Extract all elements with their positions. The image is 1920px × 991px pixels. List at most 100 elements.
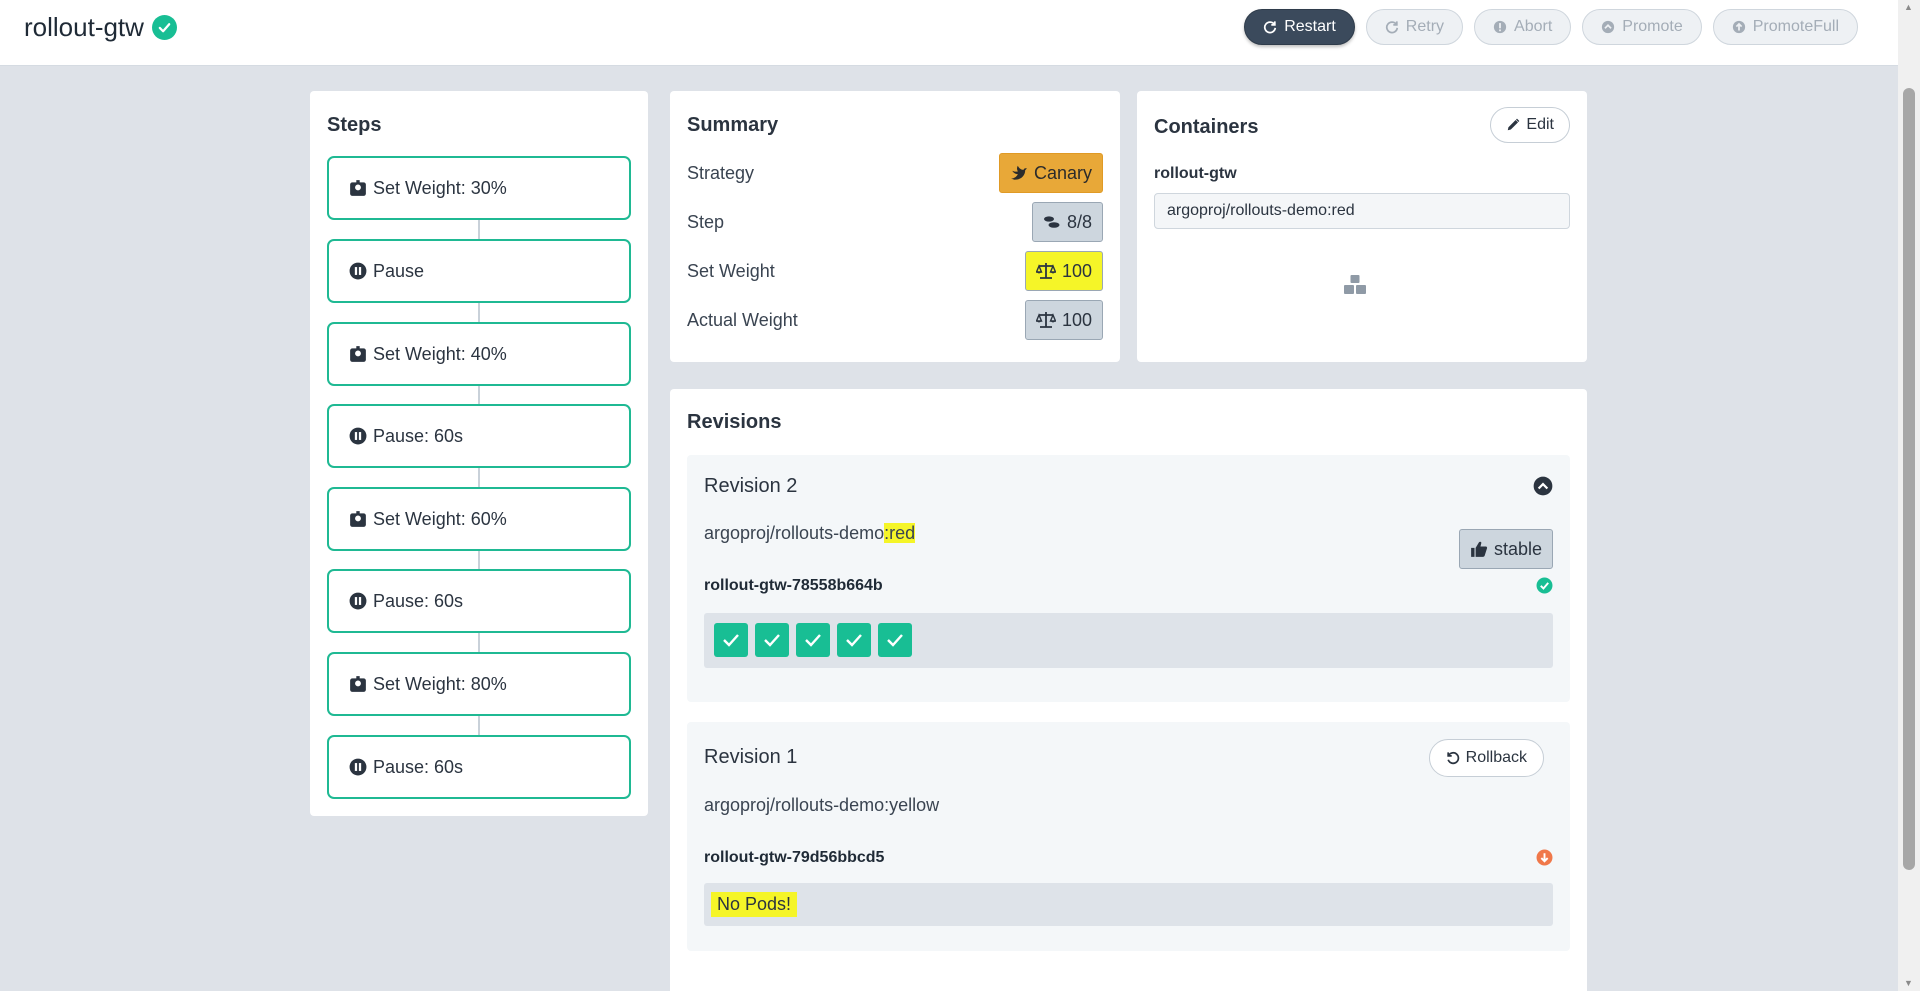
promote-full-label: PromoteFull — [1752, 18, 1839, 35]
scrollbar-thumb[interactable] — [1903, 88, 1915, 870]
weight-icon — [350, 346, 366, 362]
pod-ready[interactable] — [755, 623, 789, 657]
promote-icon — [1602, 20, 1615, 34]
pods-container: No Pods! — [704, 883, 1553, 926]
step-label: Pause: 60s — [373, 425, 464, 446]
revisions-panel: Revisions Revision 2 argoproj/rollouts-d… — [670, 389, 1587, 991]
pod-ready[interactable] — [878, 623, 912, 657]
actual-weight-badge: 100 — [1024, 300, 1103, 340]
refresh-icon — [1264, 21, 1277, 34]
summary-title: Summary — [687, 114, 779, 136]
summary-row-set-weight: Set Weight 100 — [687, 251, 1103, 291]
restart-button[interactable]: Restart — [1244, 9, 1355, 45]
retry-icon — [1385, 21, 1398, 34]
summary-row-actual-weight: Actual Weight 100 — [687, 300, 1103, 340]
check-icon — [887, 634, 903, 647]
steps-panel: Steps Set Weight: 30% Pause Set Weight: … — [310, 91, 648, 816]
step-item[interactable]: Pause: 60s — [327, 735, 631, 799]
pencil-icon — [1508, 118, 1520, 131]
pod-ready[interactable] — [796, 623, 830, 657]
top-bar: rollout-gtw Restart Retry Abort Promote … — [0, 0, 1898, 66]
step-item[interactable]: Set Weight: 40% — [327, 322, 631, 386]
step-label: Set Weight: 30% — [373, 177, 507, 198]
step-item[interactable]: Pause — [327, 239, 631, 303]
edit-button[interactable]: Edit — [1490, 107, 1570, 143]
promote-label: Promote — [1622, 18, 1683, 35]
check-icon — [846, 634, 862, 647]
restart-label: Restart — [1284, 18, 1336, 35]
strategy-label: Strategy — [687, 162, 755, 183]
step-item[interactable]: Pause: 60s — [327, 404, 631, 468]
step-label: Set Weight: 40% — [373, 343, 507, 364]
step-value: 8/8 — [1066, 211, 1092, 232]
summary-row-strategy: Strategy Canary — [687, 153, 1103, 193]
revision-image-tag: :red — [884, 523, 916, 543]
pods-container — [704, 613, 1553, 668]
set-weight-label: Set Weight — [687, 260, 775, 281]
thumbs-up-icon — [1471, 541, 1488, 557]
weight-icon — [350, 511, 366, 527]
set-weight-value: 100 — [1061, 260, 1092, 281]
revisions-title: Revisions — [687, 411, 782, 433]
promote-full-icon — [1732, 20, 1745, 34]
edit-label: Edit — [1526, 116, 1554, 133]
step-count-label: Step — [687, 211, 725, 232]
set-weight-badge: 100 — [1024, 251, 1103, 291]
weight-icon — [350, 676, 366, 692]
no-pods-message: No Pods! — [711, 892, 798, 917]
collapse-chevron-icon[interactable] — [1533, 476, 1553, 496]
retry-button[interactable]: Retry — [1365, 9, 1464, 45]
page-scrollbar[interactable]: ▲ ▼ — [1898, 0, 1920, 991]
scroll-up-arrow-icon[interactable]: ▲ — [1904, 2, 1913, 12]
rollout-actions: Restart Retry Abort Promote PromoteFull — [1244, 9, 1858, 45]
balance-scale-icon — [1035, 312, 1056, 328]
pause-icon — [349, 758, 367, 776]
promote-button[interactable]: Promote — [1582, 9, 1702, 45]
shoe-prints-icon — [1043, 216, 1060, 228]
rollback-label: Rollback — [1465, 749, 1527, 766]
step-item[interactable]: Set Weight: 80% — [327, 652, 631, 716]
revision-image: argoproj/rollouts-demo:yellow — [704, 795, 940, 815]
pause-icon — [349, 592, 367, 610]
healthy-check-icon — [151, 15, 177, 40]
containers-title: Containers — [1154, 116, 1259, 138]
pod-ready[interactable] — [837, 623, 871, 657]
step-label: Pause — [373, 260, 425, 281]
stable-badge: stable — [1458, 529, 1553, 569]
step-item[interactable]: Set Weight: 60% — [327, 487, 631, 551]
revision-title: Revision 2 — [704, 475, 798, 497]
abort-button[interactable]: Abort — [1474, 9, 1572, 45]
abort-icon — [1493, 20, 1507, 34]
step-label: Pause: 60s — [373, 590, 464, 611]
replicaset-name: rollout-gtw-79d56bbcd5 — [704, 849, 885, 866]
boxes-icon — [1344, 275, 1366, 294]
undo-icon — [1446, 751, 1459, 765]
scaled-down-arrow-icon — [1536, 849, 1553, 866]
rollout-title: rollout-gtw — [24, 12, 177, 43]
replicaset-name: rollout-gtw-78558b664b — [704, 577, 883, 594]
containers-panel: Containers Edit rollout-gtw — [1137, 91, 1587, 362]
actual-weight-label: Actual Weight — [687, 309, 798, 330]
step-item[interactable]: Set Weight: 30% — [327, 156, 631, 220]
revision-card: Revision 1 Rollback argoproj/rollouts-de… — [687, 722, 1570, 951]
pause-icon — [349, 262, 367, 280]
rollout-name: rollout-gtw — [24, 12, 144, 42]
balance-scale-icon — [1035, 263, 1056, 279]
canary-bird-icon — [1011, 165, 1027, 180]
scroll-down-arrow-icon[interactable]: ▼ — [1904, 978, 1913, 988]
check-icon — [764, 634, 780, 647]
pause-icon — [349, 427, 367, 445]
revision-title: Revision 1 — [704, 746, 798, 768]
pod-ready[interactable] — [714, 623, 748, 657]
revision-image-prefix: argoproj/rollouts-demo — [704, 523, 885, 543]
promote-full-button[interactable]: PromoteFull — [1712, 9, 1858, 45]
steps-title: Steps — [327, 114, 382, 136]
revision-card: Revision 2 argoproj/rollouts-demo:red st… — [687, 455, 1570, 702]
container-image-field[interactable] — [1154, 193, 1570, 229]
retry-label: Retry — [1405, 18, 1445, 35]
summary-panel: Summary Strategy Canary Step 8/8 Set Wei… — [670, 91, 1120, 362]
step-label: Set Weight: 80% — [373, 673, 507, 694]
abort-label: Abort — [1514, 18, 1553, 35]
step-item[interactable]: Pause: 60s — [327, 569, 631, 633]
rollback-button[interactable]: Rollback — [1428, 739, 1544, 777]
